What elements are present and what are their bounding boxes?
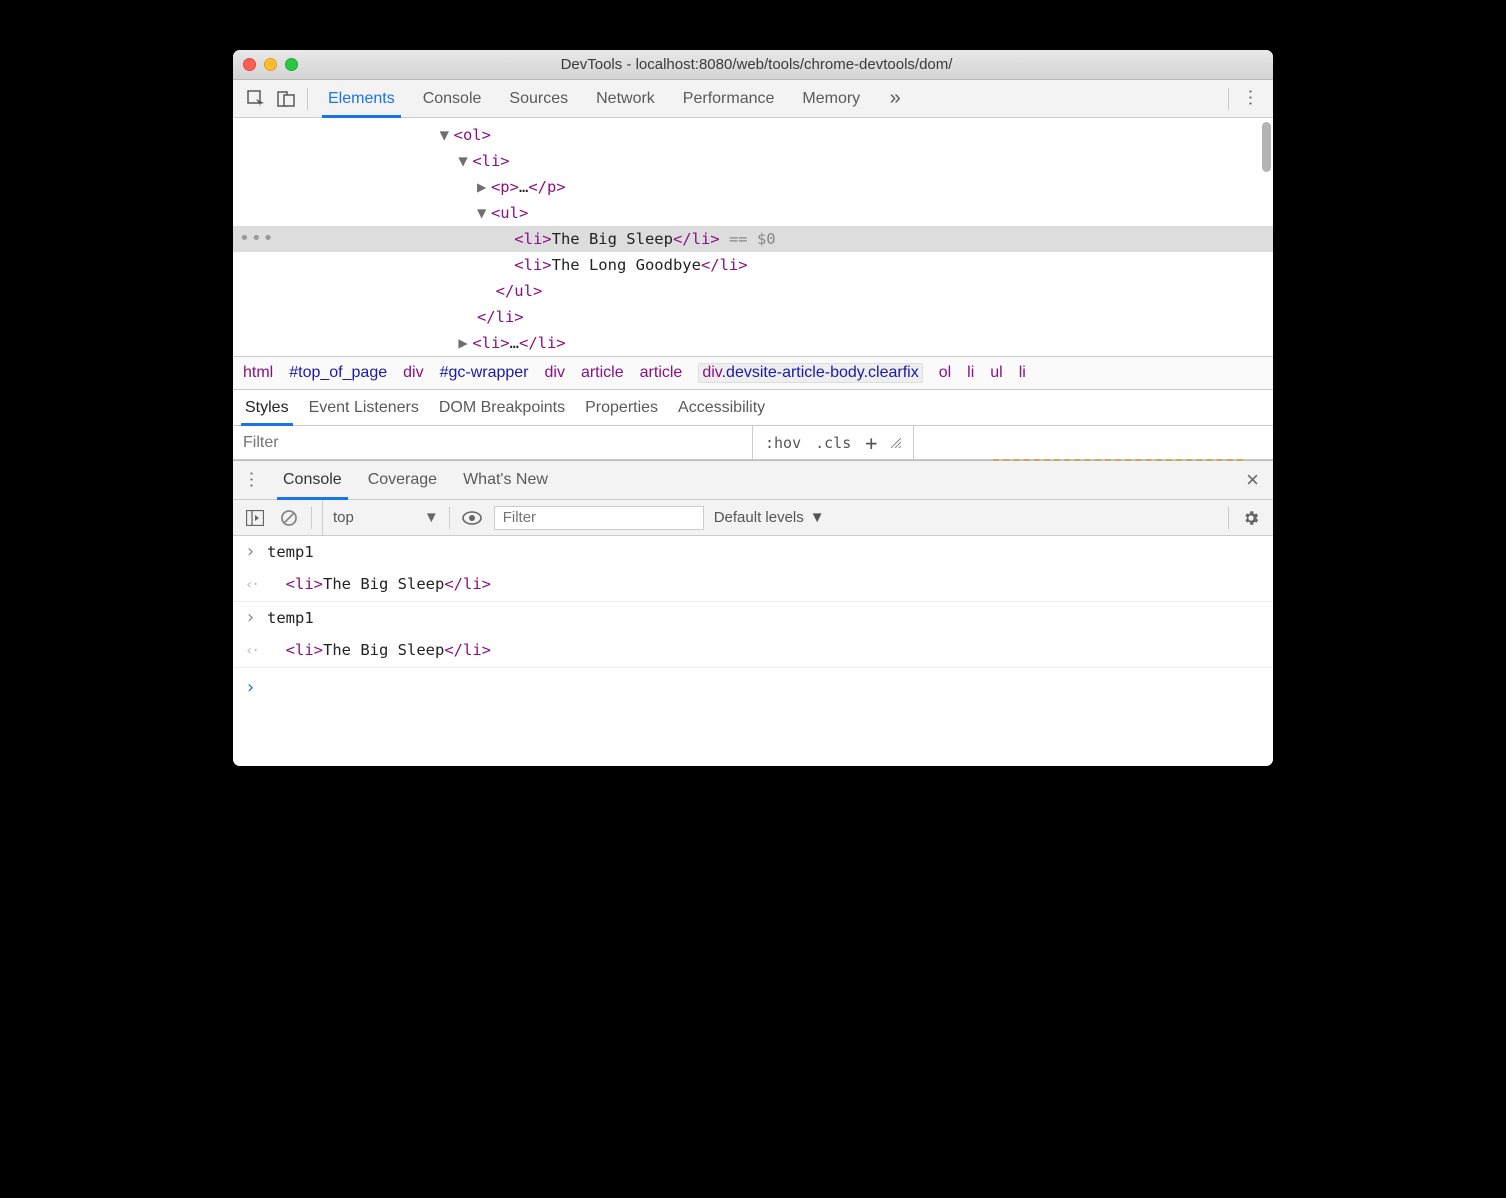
crumb-top-of-page[interactable]: #top_of_page: [289, 364, 387, 382]
console-prompt[interactable]: ›: [233, 668, 1273, 708]
titlebar: DevTools - localhost:8080/web/tools/chro…: [233, 50, 1273, 80]
overflow-tabs-icon[interactable]: »: [880, 84, 910, 114]
crumb-article[interactable]: article: [640, 364, 683, 382]
close-window-button[interactable]: [243, 58, 256, 71]
traffic-lights: [243, 58, 298, 71]
tab-sources[interactable]: Sources: [495, 80, 582, 117]
hov-toggle[interactable]: :hov: [765, 434, 801, 452]
corner-resize-icon: [891, 438, 901, 448]
drawer-tab-coverage[interactable]: Coverage: [364, 461, 441, 499]
drawer-tab-bar: ⋯ Console Coverage What's New ×: [233, 460, 1273, 500]
crumb-html[interactable]: html: [243, 364, 273, 382]
live-expression-icon[interactable]: [460, 506, 484, 530]
styles-filter[interactable]: [233, 426, 753, 459]
dom-tree[interactable]: ▼<ol> ▼<li> ▶<p>…</p> ▼<ul> ••• <li>The …: [233, 118, 1273, 356]
dom-node[interactable]: ▼<ol>: [233, 122, 1273, 148]
tab-console[interactable]: Console: [409, 80, 496, 117]
subtab-styles[interactable]: Styles: [245, 390, 289, 425]
close-drawer-icon[interactable]: ×: [1240, 467, 1265, 493]
scrollbar-thumb[interactable]: [1262, 122, 1271, 172]
crumb-div-devsite[interactable]: div.devsite-article-body.clearfix: [698, 363, 922, 383]
drawer-tab-console[interactable]: Console: [279, 461, 346, 499]
main-tab-bar: Elements Console Sources Network Perform…: [233, 80, 1273, 118]
console-output: temp1 <li>The Big Sleep</li> temp1 <li>T…: [233, 536, 1273, 766]
crumb-div[interactable]: div: [545, 364, 565, 382]
execution-context-selector[interactable]: top ▼: [322, 500, 439, 535]
styles-filter-input[interactable]: [243, 434, 742, 452]
crumb-article[interactable]: article: [581, 364, 624, 382]
dom-node-selected[interactable]: ••• <li>The Big Sleep</li> == $0: [233, 226, 1273, 252]
dom-node[interactable]: ▼<ul>: [233, 200, 1273, 226]
tab-network[interactable]: Network: [582, 80, 669, 117]
tab-performance[interactable]: Performance: [669, 80, 789, 117]
clear-console-icon[interactable]: [277, 506, 301, 530]
console-settings-icon[interactable]: [1239, 506, 1263, 530]
styles-subtabs: Styles Event Listeners DOM Breakpoints P…: [233, 390, 1273, 426]
cls-toggle[interactable]: .cls: [815, 434, 851, 452]
chevron-down-icon: ▼: [424, 509, 439, 526]
console-entry[interactable]: temp1 <li>The Big Sleep</li>: [233, 536, 1273, 602]
dom-node[interactable]: <li>The Long Goodbye</li>: [233, 252, 1273, 278]
dom-node[interactable]: </li>: [233, 304, 1273, 330]
console-sidebar-toggle-icon[interactable]: [243, 506, 267, 530]
output-marker-icon: [245, 568, 267, 601]
subtab-dom-breakpoints[interactable]: DOM Breakpoints: [439, 390, 565, 425]
log-levels-selector[interactable]: Default levels ▼: [714, 509, 825, 526]
dom-node[interactable]: ▼<li>: [233, 148, 1273, 174]
crumb-ol[interactable]: ol: [939, 364, 951, 382]
input-marker-icon: [245, 602, 267, 634]
subtab-accessibility[interactable]: Accessibility: [678, 390, 765, 425]
crumb-ul[interactable]: ul: [990, 364, 1002, 382]
device-toolbar-icon[interactable]: [271, 84, 301, 114]
tab-elements[interactable]: Elements: [314, 80, 409, 117]
chevron-down-icon: ▼: [810, 509, 825, 526]
console-toolbar: top ▼ Default levels ▼: [233, 500, 1273, 536]
drawer-tab-whats-new[interactable]: What's New: [459, 461, 552, 499]
separator: [307, 88, 308, 110]
new-style-rule-icon[interactable]: +: [865, 431, 877, 455]
input-marker-icon: [245, 536, 267, 568]
devtools-window: DevTools - localhost:8080/web/tools/chro…: [233, 50, 1273, 766]
styles-toolbar: :hov .cls +: [233, 426, 1273, 460]
crumb-gc-wrapper[interactable]: #gc-wrapper: [440, 364, 529, 382]
dom-node[interactable]: ▶<p>…</p>: [233, 174, 1273, 200]
separator: [1228, 88, 1229, 110]
console-entry[interactable]: temp1 <li>The Big Sleep</li>: [233, 602, 1273, 668]
window-title: DevTools - localhost:8080/web/tools/chro…: [310, 56, 1263, 73]
breadcrumb: html #top_of_page div #gc-wrapper div ar…: [233, 356, 1273, 390]
subtab-event-listeners[interactable]: Event Listeners: [309, 390, 419, 425]
crumb-li[interactable]: li: [1019, 364, 1026, 382]
subtab-properties[interactable]: Properties: [585, 390, 658, 425]
tab-memory[interactable]: Memory: [788, 80, 874, 117]
dom-node[interactable]: ▶<li>…</li>: [233, 330, 1273, 356]
output-marker-icon: [245, 634, 267, 667]
drawer-menu-icon[interactable]: ⋯: [241, 470, 262, 490]
crumb-li[interactable]: li: [967, 364, 974, 382]
console-filter-input[interactable]: [494, 506, 704, 530]
crumb-div[interactable]: div: [403, 364, 423, 382]
dom-node[interactable]: </ul>: [233, 278, 1273, 304]
kebab-menu-icon[interactable]: ⋯: [1235, 84, 1265, 114]
zoom-window-button[interactable]: [285, 58, 298, 71]
minimize-window-button[interactable]: [264, 58, 277, 71]
box-model-fragment: [993, 459, 1243, 465]
inspect-element-icon[interactable]: [241, 84, 271, 114]
